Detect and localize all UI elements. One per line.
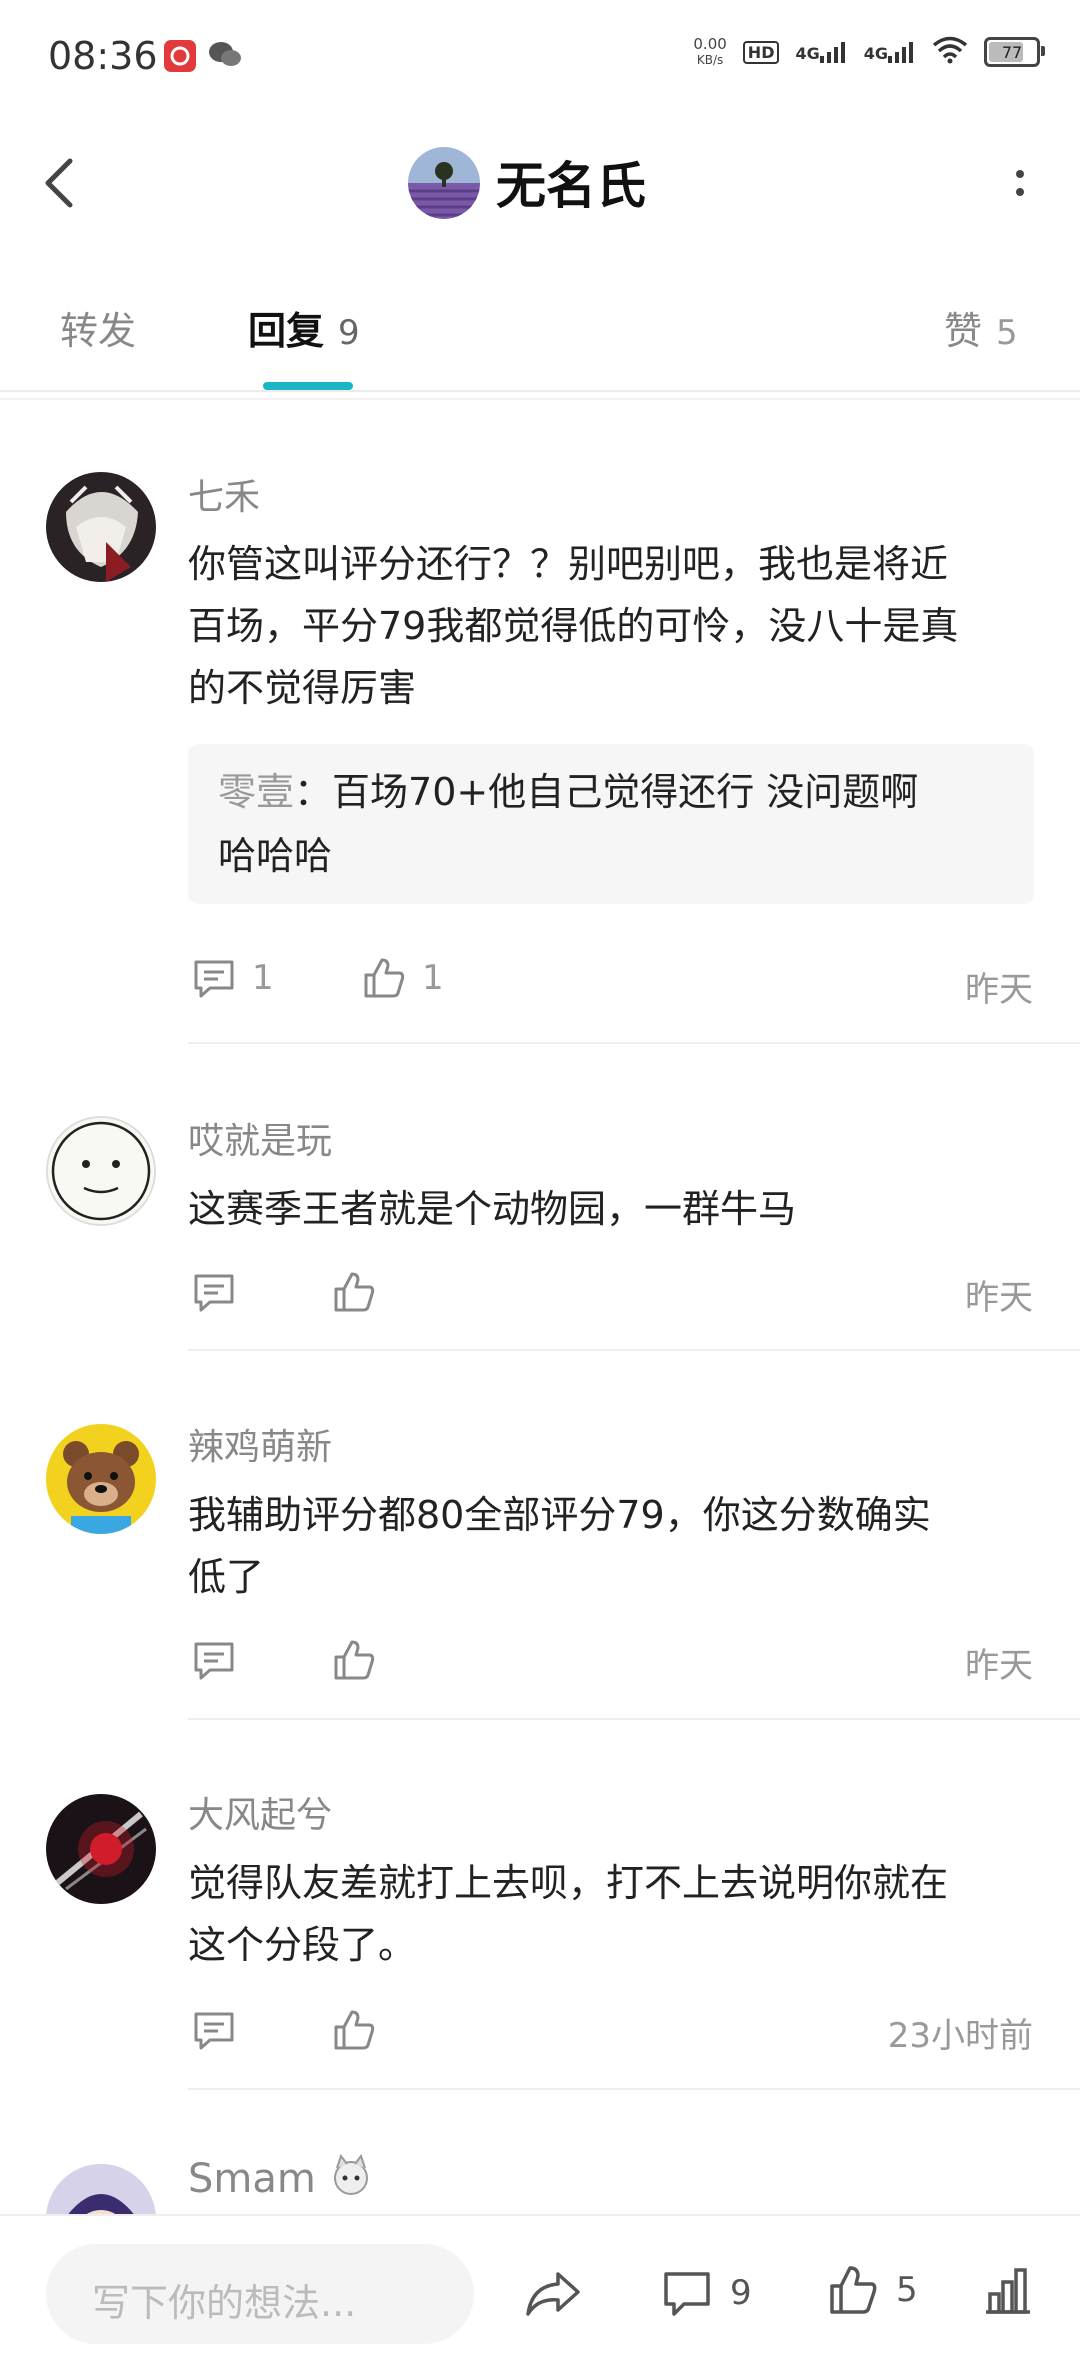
comment-time: 昨天 bbox=[965, 970, 1033, 1010]
comment-author-name: Smam bbox=[188, 2156, 316, 2202]
comment-icon bbox=[194, 2012, 234, 2050]
dot-icon bbox=[1016, 170, 1024, 178]
chevron-left-icon bbox=[45, 158, 73, 208]
comment-input-placeholder: 写下你的想法... bbox=[92, 2281, 357, 2325]
wechat-icon bbox=[208, 40, 242, 74]
tab-like-count: 5 bbox=[996, 313, 1018, 353]
avatar[interactable] bbox=[46, 1116, 156, 1226]
comment-author[interactable]: 辣鸡萌新 bbox=[188, 1418, 332, 1470]
more-options-button[interactable] bbox=[990, 150, 1050, 216]
page-title: 无名氏 bbox=[496, 157, 646, 215]
comments-button[interactable]: 9 bbox=[662, 2268, 752, 2318]
comment-time: 23小时前 bbox=[887, 2016, 1033, 2056]
divider bbox=[188, 1349, 1080, 1351]
like-count: 5 bbox=[896, 2270, 918, 2310]
net-speed-value: 0.00 bbox=[693, 35, 727, 53]
share-button[interactable] bbox=[524, 2268, 582, 2324]
comment-line: 百场，平分79我都觉得低的可怜，没八十是真 bbox=[188, 604, 959, 648]
comment-line: 低了 bbox=[188, 1555, 265, 1599]
comment-author[interactable]: 大风起兮 bbox=[188, 1786, 332, 1838]
avatar[interactable] bbox=[46, 472, 156, 582]
signal-icon-2: 4G bbox=[864, 41, 916, 63]
thumbs-up-icon bbox=[334, 2010, 375, 2050]
like-button[interactable]: 5 bbox=[828, 2264, 918, 2316]
cat-badge-icon bbox=[333, 2153, 368, 2195]
quote-separator: ： bbox=[294, 770, 333, 814]
thumbs-up-icon bbox=[830, 2266, 877, 2314]
reply-button[interactable]: 1 bbox=[192, 956, 274, 1000]
reply-count: 1 bbox=[252, 958, 274, 998]
divider bbox=[188, 1718, 1080, 1720]
net-speed-unit: KB/s bbox=[696, 53, 724, 67]
avatar[interactable] bbox=[46, 1424, 156, 1534]
comment-author[interactable]: 七禾 bbox=[188, 468, 260, 520]
tab-like-label: 赞 bbox=[944, 309, 983, 353]
like-button[interactable] bbox=[332, 1638, 376, 1682]
comment-author[interactable]: Smam bbox=[188, 2153, 373, 2202]
quote-text: 哈哈哈 bbox=[218, 834, 333, 878]
comment-line: 觉得队友差就打上去呗，打不上去说明你就在 bbox=[188, 1861, 949, 1905]
status-time: 08:36 bbox=[48, 34, 158, 78]
stats-button[interactable] bbox=[982, 2266, 1034, 2320]
comment-time: 昨天 bbox=[965, 1646, 1033, 1686]
divider bbox=[188, 2088, 1080, 2090]
thumbs-up-icon bbox=[364, 958, 405, 998]
divider bbox=[0, 398, 1080, 400]
comment-line: 这赛季王者就是个动物园，一群牛马 bbox=[188, 1187, 797, 1231]
comment-text: 我辅助评分都80全部评分79，你这分数确实 低了 bbox=[188, 1484, 1048, 1608]
comment-text: 觉得队友差就打上去呗，打不上去说明你就在 这个分段了。 bbox=[188, 1852, 1048, 1976]
quoted-reply[interactable]: 零壹：百场70+他自己觉得还行 没问题啊 哈哈哈 bbox=[188, 744, 1034, 904]
divider bbox=[0, 390, 1080, 392]
tab-forward[interactable]: 转发 bbox=[60, 300, 136, 355]
signal-icon-1: 4G bbox=[795, 41, 847, 63]
netease-music-icon bbox=[164, 40, 196, 72]
quote-text: 百场70+他自己觉得还行 没问题啊 bbox=[332, 770, 919, 814]
signal-type-2: 4G bbox=[863, 44, 888, 63]
like-count: 1 bbox=[422, 958, 444, 998]
comment-icon bbox=[194, 960, 234, 998]
tab-indicator bbox=[263, 382, 353, 390]
back-button[interactable] bbox=[40, 148, 100, 218]
bar-chart-icon bbox=[986, 2268, 1030, 2314]
battery-level: 77 bbox=[1001, 42, 1023, 62]
dot-icon bbox=[1016, 188, 1024, 196]
signal-type-1: 4G bbox=[795, 44, 820, 63]
comment-time: 昨天 bbox=[965, 1278, 1033, 1318]
share-icon bbox=[526, 2272, 580, 2316]
like-button[interactable] bbox=[332, 2008, 376, 2052]
tab-reply-label: 回复 bbox=[248, 309, 325, 353]
comment-line: 我辅助评分都80全部评分79，你这分数确实 bbox=[188, 1493, 931, 1537]
author-avatar[interactable] bbox=[408, 147, 480, 219]
battery-icon: 77 bbox=[984, 37, 1045, 67]
tab-forward-label: 转发 bbox=[60, 309, 137, 353]
comment-icon bbox=[194, 1642, 234, 1680]
reply-button[interactable] bbox=[192, 1270, 236, 1314]
comment-author[interactable]: 哎就是玩 bbox=[188, 1112, 332, 1164]
wifi-icon bbox=[932, 36, 968, 68]
net-speed: 0.00 KB/s bbox=[693, 36, 726, 68]
comment-line: 你管这叫评分还行？？别吧别吧，我也是将近 bbox=[188, 542, 949, 586]
divider bbox=[188, 1042, 1080, 1044]
reply-button[interactable] bbox=[192, 1638, 236, 1682]
like-button[interactable] bbox=[332, 1270, 376, 1314]
tab-reply[interactable]: 回复 9 bbox=[248, 300, 360, 355]
thumbs-up-icon bbox=[334, 1272, 375, 1312]
comment-text: 这赛季王者就是个动物园，一群牛马 bbox=[188, 1178, 1048, 1240]
status-icons: 0.00 KB/s HD 4G 4G 77 bbox=[693, 36, 1045, 68]
comment-line: 的不觉得厉害 bbox=[188, 666, 417, 710]
quote-author[interactable]: 零壹 bbox=[218, 770, 294, 814]
reply-button[interactable] bbox=[192, 2008, 236, 2052]
comment-count: 9 bbox=[730, 2273, 752, 2313]
like-button[interactable]: 1 bbox=[362, 956, 444, 1000]
comment-icon bbox=[664, 2272, 710, 2316]
hd-badge: HD bbox=[742, 40, 780, 64]
tab-like[interactable]: 赞5 bbox=[944, 300, 1018, 355]
comment-text: 你管这叫评分还行？？别吧别吧，我也是将近 百场，平分79我都觉得低的可怜，没八十… bbox=[188, 533, 1048, 719]
thumbs-up-icon bbox=[334, 1640, 375, 1680]
comment-line: 这个分段了。 bbox=[188, 1923, 417, 1967]
tab-reply-count: 9 bbox=[338, 313, 360, 353]
avatar[interactable] bbox=[46, 1794, 156, 1904]
comment-icon bbox=[194, 1274, 234, 1312]
